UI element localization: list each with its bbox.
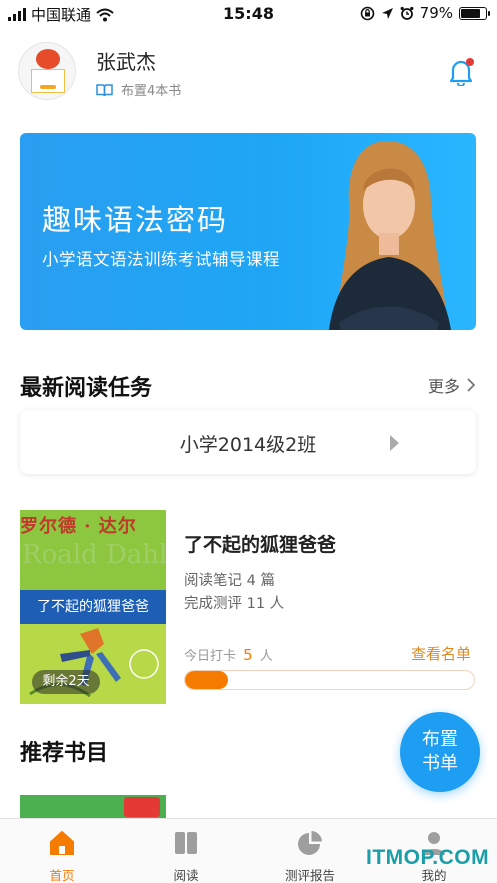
recommend-title: 推荐书目 [20, 741, 109, 766]
tab-reading[interactable]: 阅读 [124, 819, 248, 883]
banner-subtitle: 小学语文语法训练考试辅导课程 [42, 250, 280, 269]
checkin-info: 今日打卡 5 人 [184, 645, 273, 664]
recommended-book-cover[interactable] [20, 795, 166, 819]
pie-chart-icon [298, 831, 322, 855]
alarm-icon [400, 6, 414, 20]
home-icon [50, 831, 74, 855]
book-title[interactable]: 了不起的狐狸爸爸 [184, 530, 336, 557]
fab-label-line1: 布置 [422, 729, 458, 750]
chevron-right-icon [467, 378, 475, 392]
checkin-progress-bar [184, 670, 475, 690]
profile-header: 张武杰 布置4本书 [18, 42, 478, 106]
tab-home-label: 首页 [49, 868, 75, 883]
open-book-icon [96, 83, 113, 96]
class-selector[interactable]: 小学2014级2班 [20, 410, 476, 474]
book-icon [175, 832, 197, 854]
caret-right-icon [390, 435, 399, 451]
cover-author-en: Roald Dahl [22, 540, 166, 570]
tab-home[interactable]: 首页 [0, 819, 124, 883]
checkin-label: 今日打卡 [184, 649, 237, 664]
banner-title: 趣味语法密码 [42, 203, 229, 237]
checkin-count: 5 [243, 646, 253, 664]
view-list-link[interactable]: 查看名单 [411, 643, 471, 664]
assigned-books-info: 布置4本书 [96, 80, 181, 99]
user-name: 张武杰 [96, 50, 156, 74]
battery-icon [459, 6, 490, 20]
notification-dot [466, 58, 474, 66]
banner-teacher-image [329, 141, 451, 330]
location-icon [381, 7, 393, 19]
tab-reading-label: 阅读 [173, 868, 199, 883]
avatar[interactable] [18, 42, 76, 100]
status-bar: 中国联通 15:48 79% [0, 0, 497, 28]
more-link[interactable]: 更多 [428, 373, 475, 397]
tab-report-label: 测评报告 [284, 868, 335, 883]
notification-bell[interactable] [448, 58, 474, 87]
class-name: 小学2014级2班 [179, 434, 317, 456]
cover-title: 了不起的狐狸爸爸 [37, 599, 149, 615]
battery-percent: 79% [419, 4, 453, 22]
promo-banner[interactable]: 趣味语法密码 小学语文语法训练考试辅导课程 [20, 133, 476, 330]
watermark: ITMOP.COM [366, 846, 490, 869]
cover-author: 罗尔德 · 达尔 [20, 516, 137, 537]
fab-label-line2: 书单 [422, 753, 458, 774]
assign-booklist-button[interactable]: 布置 书单 [400, 712, 480, 792]
remaining-days-badge: 剩余2天 [32, 670, 100, 694]
rotation-lock-icon [360, 6, 374, 20]
progress-fill [185, 671, 229, 689]
reading-notes-count: 阅读笔记 4 篇 [184, 573, 275, 589]
more-label: 更多 [427, 377, 460, 396]
assigned-books-label: 布置4本书 [121, 84, 182, 99]
tab-report[interactable]: 测评报告 [248, 819, 372, 883]
checkin-unit: 人 [259, 649, 273, 664]
book-cover[interactable]: 罗尔德 · 达尔 Roald Dahl 了不起的狐狸爸爸 剩余2天 [20, 510, 166, 704]
evaluation-count: 完成测评 11 人 [184, 596, 285, 612]
reading-tasks-title: 最新阅读任务 [20, 376, 153, 401]
